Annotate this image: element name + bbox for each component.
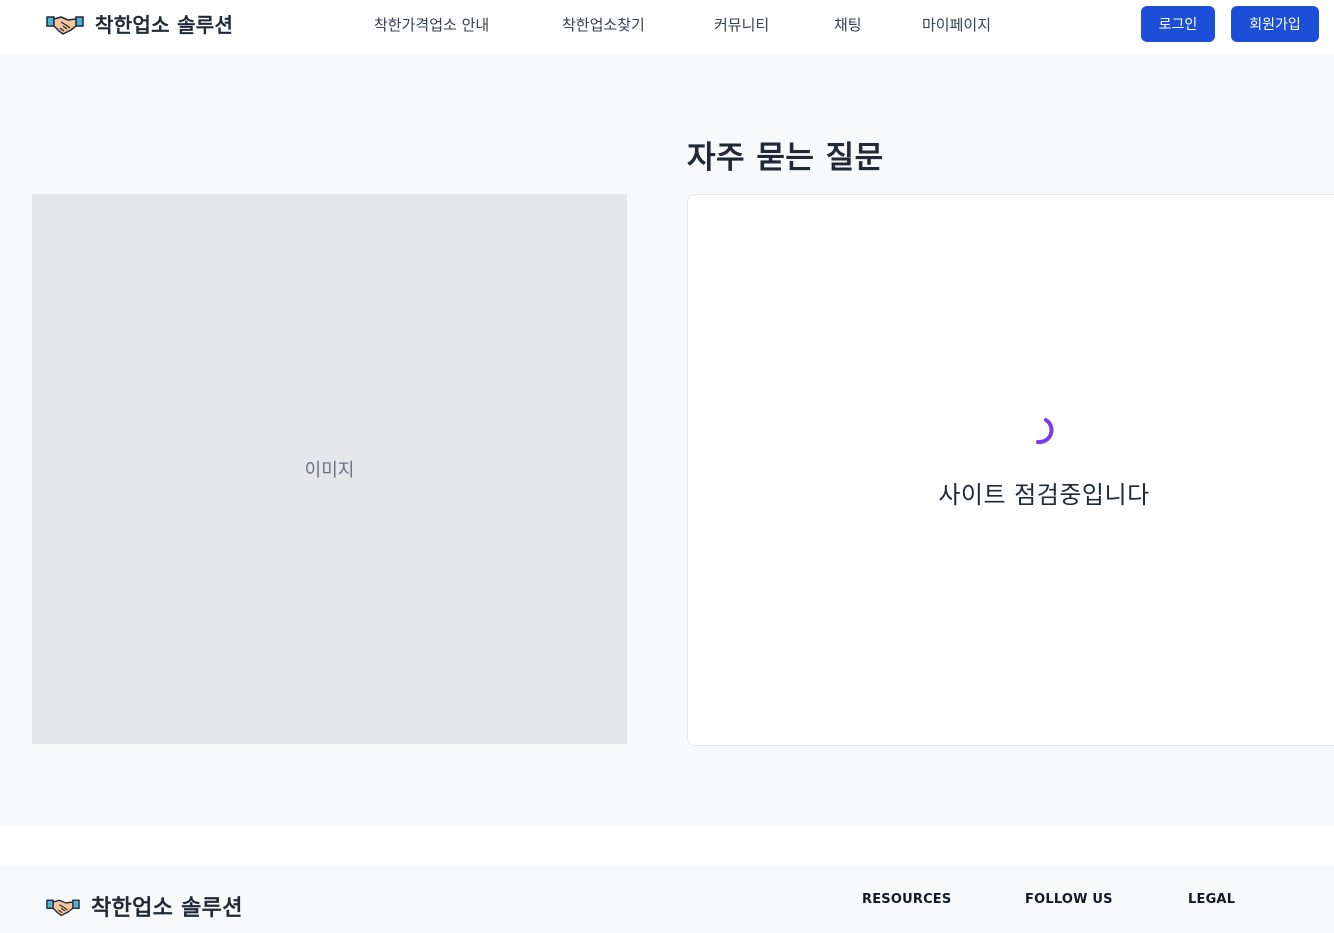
maintenance-status-text: 사이트 점검중입니다: [938, 481, 1150, 509]
nav-item-guide[interactable]: 착한가격업소 안내: [374, 14, 489, 35]
loading-spinner-icon: [1036, 418, 1054, 445]
footer-heading-resources: RESOURCES: [862, 892, 952, 907]
footer: 착한업소 솔루션 RESOURCES FOLLOW US LEGAL: [0, 865, 1334, 933]
image-placeholder: 이미지: [32, 194, 627, 744]
image-placeholder-label: 이미지: [304, 460, 355, 481]
nav-item-mypage[interactable]: 마이페이지: [922, 14, 991, 35]
nav-item-community[interactable]: 커뮤니티: [714, 14, 769, 35]
nav-item-chat[interactable]: 채팅: [834, 14, 862, 35]
faq-card: 사이트 점검중입니다: [687, 194, 1334, 746]
main-nav: 착한가격업소 안내 착한업소찾기 커뮤니티 채팅 마이페이지: [0, 14, 1334, 34]
handshake-icon: [46, 899, 80, 916]
footer-heading-follow-us: FOLLOW US: [1025, 892, 1113, 907]
footer-brand-name: 착한업소 솔루션: [91, 896, 243, 921]
main-section: 이미지 자주 묻는 질문 사이트 점검중입니다: [0, 54, 1334, 826]
nav-item-find-store[interactable]: 착한업소찾기: [562, 14, 645, 35]
footer-brand[interactable]: 착한업소 솔루션: [46, 890, 243, 922]
faq-title: 자주 묻는 질문: [687, 140, 884, 176]
top-header: 착한업소 솔루션 착한가격업소 안내 착한업소찾기 커뮤니티 채팅 마이페이지 …: [0, 0, 1334, 54]
signup-button[interactable]: 회원가입: [1231, 6, 1319, 42]
footer-heading-legal: LEGAL: [1188, 892, 1236, 907]
login-button[interactable]: 로그인: [1141, 6, 1215, 42]
